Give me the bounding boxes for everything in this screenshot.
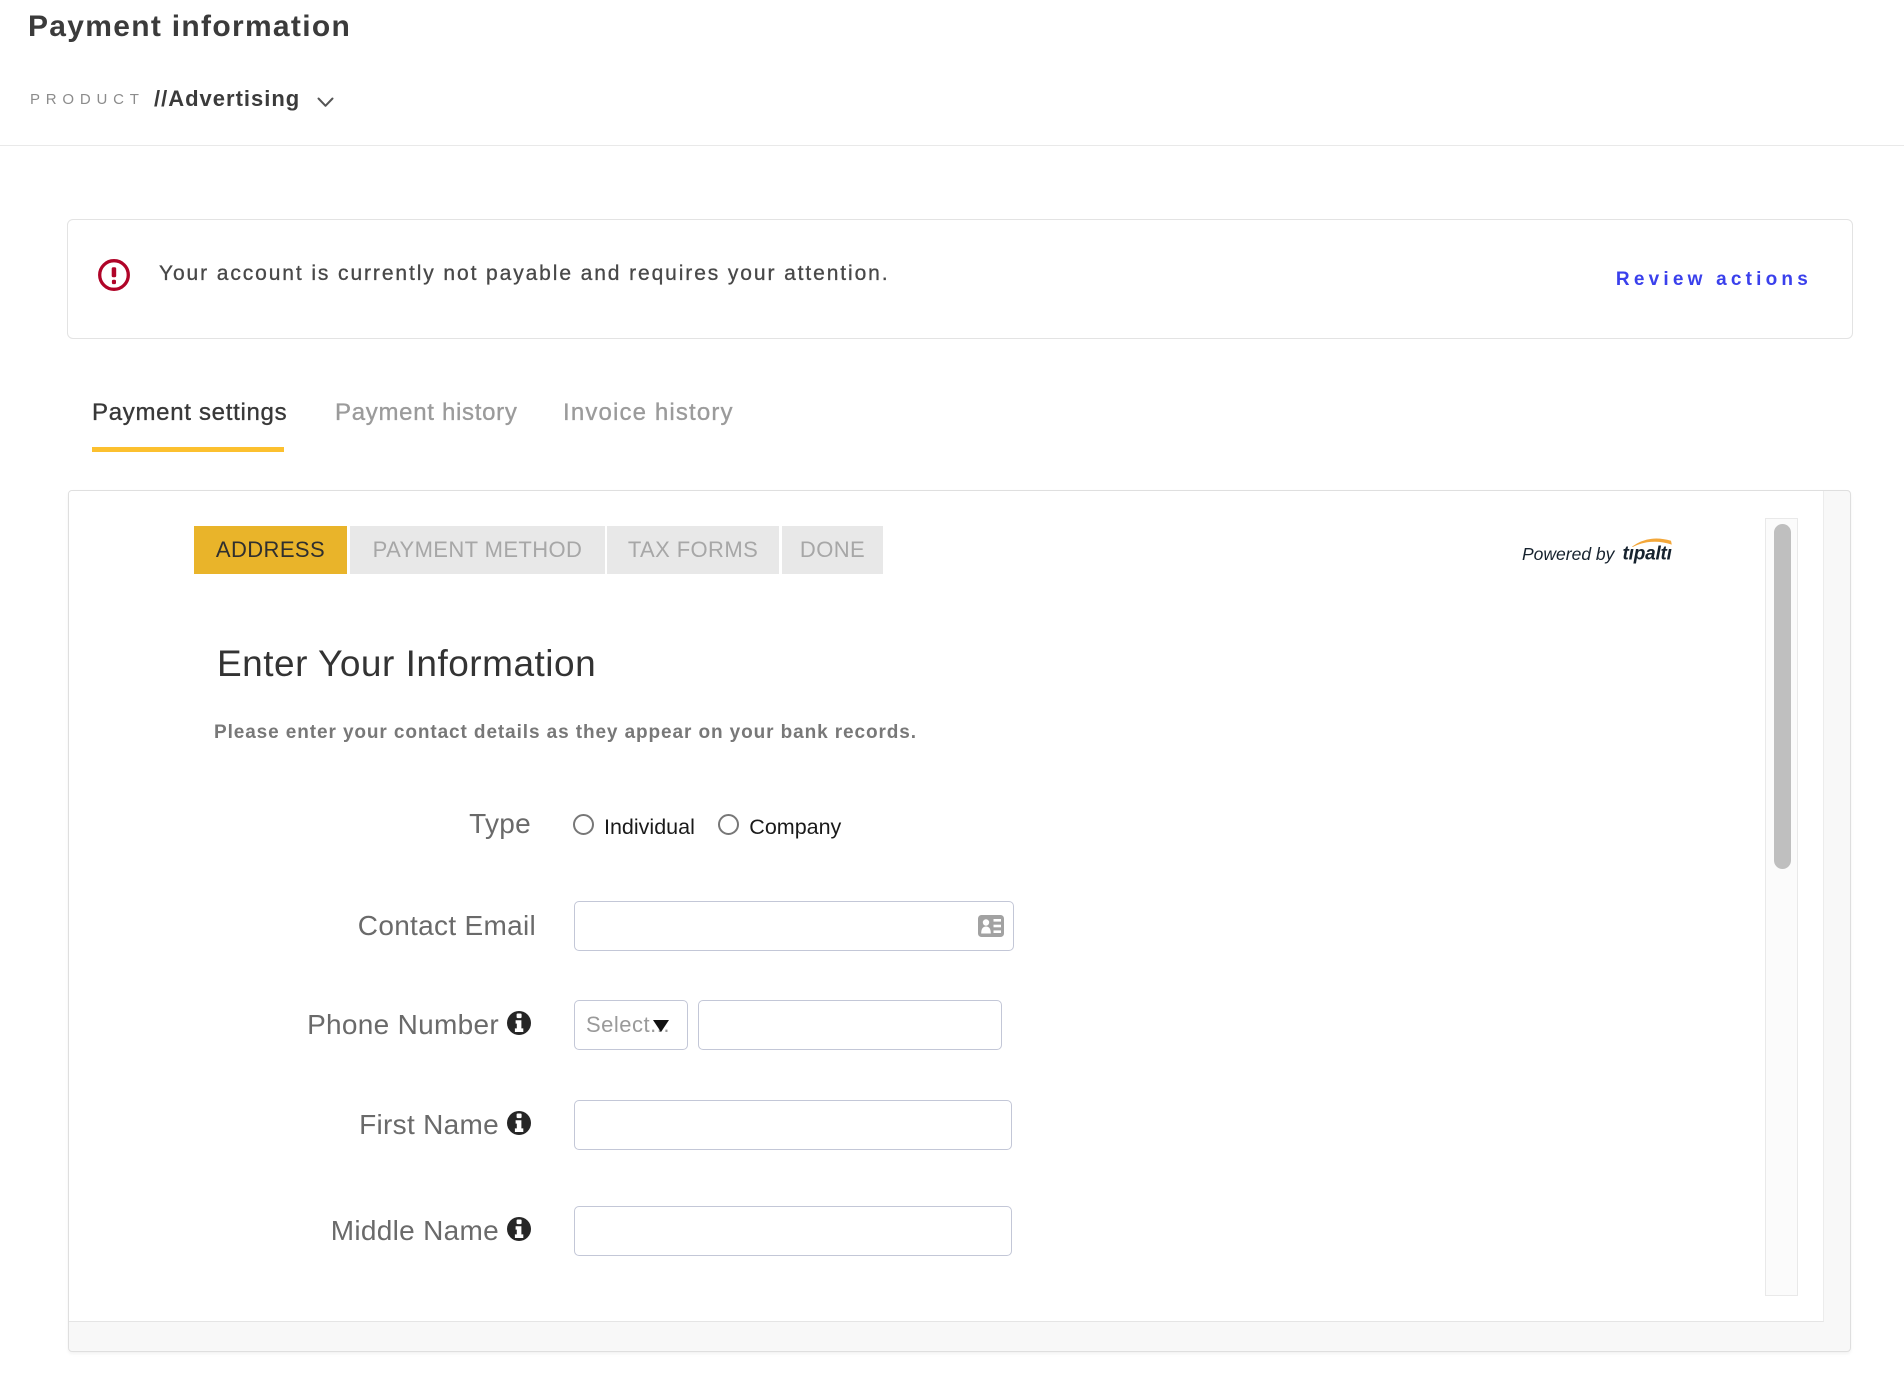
svg-text:tıpaltı: tıpaltı [1623, 544, 1672, 565]
svg-text:Powered by: Powered by [1522, 544, 1616, 564]
